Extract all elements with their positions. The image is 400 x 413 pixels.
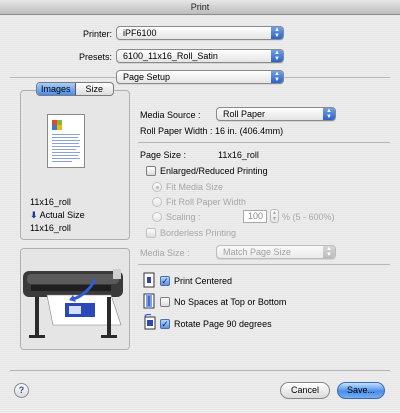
no-spaces-icon [143, 293, 155, 309]
arrow-down-icon: ⬇ [30, 210, 38, 220]
media-source-value: Roll Paper [223, 109, 266, 119]
print-centered-checkbox[interactable]: ✓ [160, 276, 170, 286]
scaling-range-label: % (5 - 600%) [282, 212, 335, 222]
popup-arrows-icon: ▲ ▼ [323, 108, 335, 120]
section-divider [10, 370, 390, 371]
actual-size-value: 11x16_roll [30, 223, 71, 233]
fit-media-radio[interactable] [152, 182, 162, 192]
tab-images[interactable]: Images [37, 83, 76, 95]
scaling-input[interactable]: 100 [243, 210, 267, 223]
no-spaces-label: No Spaces at Top or Bottom [174, 297, 287, 307]
printer-popup[interactable]: iPF6100 ▲ ▼ [116, 26, 284, 40]
enlarged-label: Enlarged/Reduced Printing [160, 166, 268, 176]
actual-size-row: ⬇ Actual Size [30, 210, 85, 221]
save-button[interactable]: Save... [337, 382, 385, 399]
fit-roll-label: Fit Roll Paper Width [166, 197, 247, 207]
preview-tabs: Images Size [36, 82, 114, 96]
fit-media-label: Fit Media Size [166, 182, 224, 192]
media-size-label: Media Size : [140, 248, 190, 258]
large-format-printer-icon [21, 249, 129, 349]
print-centered-icon [143, 272, 155, 288]
page-size-label: Page Size : [140, 150, 187, 160]
page-size-value: 11x16_roll [218, 150, 259, 160]
rotate-page-icon [144, 314, 156, 330]
section-divider [138, 142, 390, 143]
roll-width-value: 16 in. (406.4mm) [215, 126, 284, 136]
preview-size-text: 11x16_roll [30, 197, 71, 207]
panel-value: Page Setup [123, 72, 171, 82]
scaling-label: Scaling : [166, 212, 201, 222]
media-source-popup[interactable]: Roll Paper ▲ ▼ [216, 107, 336, 121]
print-centered-label: Print Centered [174, 276, 233, 286]
media-size-value: Match Page Size [223, 247, 292, 257]
media-size-popup[interactable]: Match Page Size ▲ ▼ [216, 245, 336, 259]
scaling-radio[interactable] [152, 212, 162, 222]
roll-width-row: Roll Paper Width : 16 in. (406.4mm) [140, 126, 283, 136]
popup-arrows-icon: ▲ ▼ [271, 50, 283, 62]
media-source-label: Media Source : [140, 110, 201, 120]
no-spaces-checkbox[interactable] [160, 297, 170, 307]
cancel-button[interactable]: Cancel [280, 382, 330, 399]
popup-arrows-icon: ▲ ▼ [271, 71, 283, 83]
fit-roll-radio[interactable] [152, 197, 162, 207]
presets-label: Presets: [78, 52, 112, 62]
image-thumbnail-icon [52, 120, 62, 130]
printer-value: iPF6100 [123, 28, 157, 38]
popup-arrows-icon: ▲ ▼ [323, 246, 335, 258]
page-preview-thumbnail [47, 114, 85, 168]
enlarged-checkbox[interactable] [146, 166, 156, 176]
borderless-label: Borderless Printing [160, 228, 237, 238]
tab-size[interactable]: Size [76, 83, 114, 95]
panel-popup[interactable]: Page Setup ▲ ▼ [116, 70, 284, 84]
presets-value: 6100_11x16_Roll_Satin [123, 51, 218, 61]
printer-illustration [20, 248, 130, 350]
rotate-checkbox[interactable]: ✓ [160, 319, 170, 329]
rotate-label: Rotate Page 90 degrees [174, 319, 272, 329]
section-divider [138, 264, 390, 265]
borderless-checkbox[interactable] [146, 228, 156, 238]
actual-size-label: Actual Size [39, 210, 85, 220]
roll-width-label: Roll Paper Width : [140, 126, 213, 136]
popup-arrows-icon: ▲ ▼ [271, 27, 283, 39]
help-button[interactable]: ? [14, 383, 29, 398]
scaling-stepper[interactable]: ▲ ▼ [270, 209, 279, 223]
presets-popup[interactable]: 6100_11x16_Roll_Satin ▲ ▼ [116, 49, 284, 63]
window-title: Print [0, 0, 400, 15]
printer-label: Printer: [82, 29, 112, 39]
